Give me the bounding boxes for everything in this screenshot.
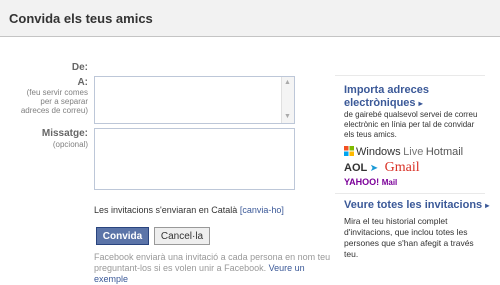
aol-gmail-row: AOL ➤ Gmail [344, 160, 420, 176]
to-label: A: [77, 77, 88, 88]
message-hint: (opcional) [52, 140, 88, 149]
footnote-line-2: preguntant-los si es volen unir a Facebo… [94, 263, 267, 273]
to-hint-line-2: per a separar [40, 97, 88, 106]
to-scrollbar[interactable]: ▲ ▼ [281, 77, 294, 123]
to-hint-line-1: (feu servir comes [26, 88, 88, 97]
import-heading[interactable]: Importa adreces electròniques ▸ [344, 84, 429, 110]
yahoo-mail-text: Mail [381, 178, 398, 187]
live-text: Live [403, 146, 424, 158]
yahoo-logo: YAHOO! [344, 177, 380, 187]
page-title: Convida els teus amics [9, 11, 153, 26]
hotmail-text: Hotmail [425, 146, 464, 158]
windows-live-hotmail-logo: Windows Live Hotmail [344, 146, 463, 158]
to-input[interactable]: ▲ ▼ [94, 76, 295, 124]
sidebar-divider [335, 75, 485, 76]
import-heading-line-1[interactable]: Importa adreces [344, 84, 429, 97]
message-label: Missatge: [41, 128, 88, 139]
history-description: Mira el teu historial complet d'invitaci… [344, 216, 474, 260]
import-desc-line-3: els teus amics. [344, 130, 397, 139]
all-invitations-heading[interactable]: Veure totes les invitacions ▸ [344, 199, 489, 212]
history-desc-line-2: d'invitacions, que inclou totes les [344, 227, 468, 237]
aol-running-man-icon: ➤ [369, 163, 379, 174]
language-line: Les invitacions s'enviaran en Català [ca… [94, 205, 284, 215]
yahoo-mail-row: YAHOO! Mail [344, 177, 397, 187]
import-heading-line-2[interactable]: electròniques [344, 97, 416, 109]
import-desc-line-1: de gairebé qualsevol servei de correu [344, 110, 478, 119]
all-invitations-link[interactable]: Veure totes les invitacions [344, 199, 482, 211]
change-language-link[interactable]: [canvia-ho] [240, 205, 284, 215]
footnote-line-1: Facebook enviarà una invitació a cada pe… [94, 252, 331, 262]
import-desc-line-2: electrònic en línia per tal de convidar [344, 120, 475, 129]
windows-text: Windows [356, 146, 401, 158]
language-text: Les invitacions s'enviaran en Català [94, 205, 238, 215]
to-hint-line-3: adreces de correu) [20, 106, 88, 115]
chevron-right-icon: ▸ [485, 201, 490, 210]
history-desc-line-3: persones que s'han afegit a través [344, 238, 474, 248]
import-description: de gairebé qualsevol servei de correu el… [344, 110, 477, 140]
invite-friends-page: Convida els teus amics De: A: (feu servi… [0, 0, 500, 284]
message-input[interactable] [94, 128, 295, 190]
cancel-button[interactable]: Cancel·la [154, 227, 210, 245]
windows-flag-icon [344, 146, 354, 156]
title-bar: Convida els teus amics [0, 0, 500, 37]
history-desc-line-1: Mira el teu historial complet [344, 216, 448, 226]
scroll-down-icon[interactable]: ▼ [284, 113, 291, 121]
history-desc-line-4: teu. [344, 249, 359, 259]
chevron-right-icon: ▸ [418, 99, 423, 108]
aol-logo: AOL [344, 162, 368, 174]
from-label: De: [71, 62, 88, 73]
scroll-up-icon[interactable]: ▲ [284, 79, 291, 87]
gmail-logo: Gmail [384, 160, 420, 175]
footnote: Facebook enviarà una invitació a cada pe… [94, 252, 334, 285]
invite-button[interactable]: Convida [96, 227, 149, 245]
sidebar-divider-2 [335, 193, 485, 194]
